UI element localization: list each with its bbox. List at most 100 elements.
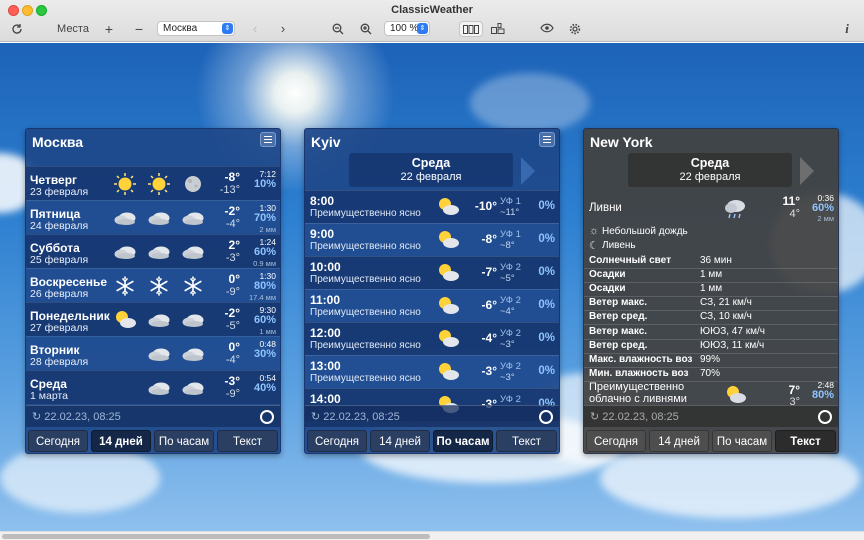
detail-row: Макс. влажность воз 99% [584,354,838,368]
hour-time: 14:00 [310,392,341,406]
day-row[interactable]: Четверг 23 февраля -8° -13° 7:12 10% [26,166,280,200]
chevron-left-icon: ‹ [252,21,258,36]
city-panel-new-york: New York Среда 22 февраля Ливни 11° 4° 0… [583,128,839,454]
layout-grid-button[interactable] [488,20,508,38]
precip-percent: 70% [253,212,276,224]
day-date: 23 февраля [30,186,89,198]
day-row[interactable]: Пятница 24 февраля -2° -4° 1:30 70% 2 мм [26,200,280,234]
chevron-right-icon: › [280,21,286,36]
detail-value: 99% [700,353,721,365]
zoom-out-button[interactable] [330,20,346,38]
tab-fourteen-days[interactable]: 14 дней [370,430,430,452]
sun-cloud-icon [439,231,459,248]
hour-row[interactable]: 9:00 Преимущественно ясно -8° УФ 1 ~8° 0% [305,223,559,256]
hour-time: 10:00 [310,260,341,274]
tab-text[interactable]: Текст [775,430,836,452]
tab-today[interactable]: Сегодня [586,430,646,452]
precip-percent: 0% [538,332,555,344]
detail-value: 36 мин [700,255,732,266]
day-date: 28 февраля [30,356,89,368]
tab-text[interactable]: Текст [496,430,557,452]
panel-tabs: Сегодня 14 дней По часам Текст [584,428,838,453]
precip-percent: 0% [538,233,555,245]
tab-hourly[interactable]: По часам [712,430,772,452]
location-select[interactable]: Москва ⇕ [157,21,235,36]
temp-min: -4° [225,354,240,366]
condition-text: Ливень [602,240,636,251]
tab-hourly[interactable]: По часам [433,430,493,452]
hour-description: Преимущественно ясно [310,208,421,219]
hour-temp: -8° [481,232,497,246]
moon-icon: ☾ [589,240,599,252]
temp-max: -2° [224,204,240,218]
temp-min: -5° [225,320,240,332]
day-row[interactable]: Воскресенье 26 февраля 0° -9° 1:30 80% 17.4 мм [26,268,280,302]
summary-tmin: 4° [789,208,800,220]
location-toggle-button[interactable] [818,410,832,424]
summary-tmax: 11° [782,194,800,208]
day-row[interactable]: Понедельник 27 февраля -2° -5° 9:30 60% 1 мм [26,302,280,336]
horizontal-scrollbar[interactable] [0,531,864,540]
day-row[interactable]: Вторник 28 февраля 0° -4° 0:48 30% [26,336,280,370]
forward-button[interactable]: › [276,20,290,38]
tab-fourteen-days[interactable]: 14 дней [649,430,709,452]
feels-like: ~8° [500,240,515,251]
next-day-arrow-icon[interactable] [800,157,814,185]
hour-row[interactable]: 13:00 Преимущественно ясно -3° УФ 2 ~3° 0% [305,355,559,388]
temp-max: 0° [228,272,240,286]
detail-row: Осадки 1 мм [584,269,838,284]
day-row[interactable]: Суббота 25 февраля 2° -3° 1:24 60% 0.9 мм [26,234,280,268]
feels-like: ~5° [500,273,515,284]
next-day-arrow-icon[interactable] [521,157,535,185]
columns-icon [463,25,479,34]
add-place-button[interactable]: + [100,20,118,38]
hour-row[interactable]: 12:00 Преимущественно ясно -4° УФ 2 ~3° 0% [305,322,559,355]
city-title: New York [590,134,653,150]
panel-tabs: Сегодня 14 дней По часам Текст [305,428,559,453]
next-tmax: 7° [788,383,800,397]
tab-today[interactable]: Сегодня [307,430,367,452]
hour-row[interactable]: 8:00 Преимущественно ясно -10° УФ 1 ~11° 0% [305,190,559,223]
refresh-button[interactable] [8,20,26,38]
cloud-icon [182,246,204,259]
day-name: Понедельник [30,309,110,323]
precip-percent: 80% [253,280,276,292]
tab-today[interactable]: Сегодня [28,430,88,452]
updated-timestamp: ↻ 22.02.23, 08:25 [32,411,121,423]
hour-row[interactable]: 10:00 Преимущественно ясно -7° УФ 2 ~5° 0% [305,256,559,289]
scrollbar-thumb[interactable] [2,534,430,539]
day-row[interactable]: Среда 1 марта -3° -9° 0:54 40% [26,370,280,404]
location-select-value: Москва [163,23,198,34]
rain-cloud-icon [725,200,745,219]
sun-cloud-icon [439,363,459,380]
remove-place-button[interactable]: − [130,20,148,38]
panel-menu-button[interactable] [539,132,555,147]
tab-text[interactable]: Текст [217,430,278,452]
layout-horizontal-button[interactable] [459,21,483,37]
precip-percent: 60% [253,314,276,326]
tab-fourteen-days[interactable]: 14 дней [91,430,151,452]
info-icon: i [845,21,849,36]
sun-cloud-icon [439,297,459,314]
condition-line: ☾ Ливень [584,239,838,253]
detail-row: Ветер макс. СЗ, 21 км/ч [584,297,838,312]
settings-button[interactable] [566,20,584,38]
detail-value: 70% [700,367,721,379]
temp-min: -13° [219,184,240,196]
location-toggle-button[interactable] [260,410,274,424]
location-toggle-button[interactable] [539,410,553,424]
back-button[interactable]: ‹ [248,20,262,38]
zoom-in-button[interactable] [358,20,374,38]
feels-like: ~4° [500,306,515,317]
info-button[interactable]: i [840,20,854,38]
zoom-select[interactable]: 100 % ⇕ [384,21,430,36]
view-button[interactable] [538,20,556,38]
precip-percent: 0% [538,299,555,311]
hour-row[interactable]: 11:00 Преимущественно ясно -6° УФ 2 ~4° 0% [305,289,559,322]
places-label: Места [57,23,89,35]
day-date: 26 февраля [30,288,89,300]
summary-precip-pct: 60% [811,202,834,214]
day-header-day: Среда [690,156,730,170]
tab-hourly[interactable]: По часам [154,430,214,452]
panel-menu-button[interactable] [260,132,276,147]
